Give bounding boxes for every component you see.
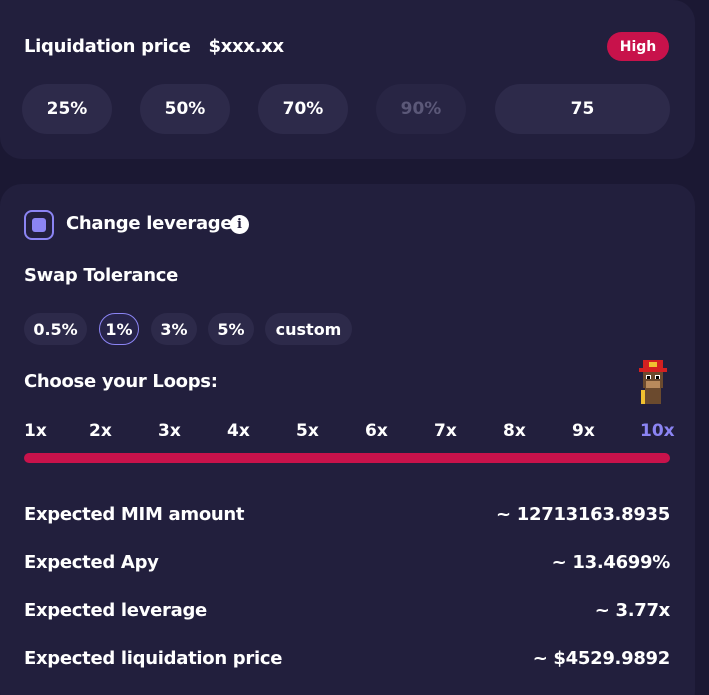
loop-option-6x[interactable]: 6x [365,421,388,441]
percent-button-50[interactable]: 50% [140,84,230,134]
expected-leverage-value: ~ 3.77x [594,600,671,621]
expected-mim-value: ~ 12713163.8935 [496,504,670,525]
expected-mim-label: Expected MIM amount [24,504,245,525]
change-leverage-label: Change leverage [66,213,233,234]
swap-tolerance-title: Swap Tolerance [24,265,179,286]
info-icon[interactable]: i [230,215,249,234]
loop-option-8x[interactable]: 8x [503,421,526,441]
tolerance-option-custom[interactable]: custom [265,313,352,345]
loop-option-4x[interactable]: 4x [227,421,250,441]
loop-option-9x[interactable]: 9x [572,421,595,441]
loop-option-10x[interactable]: 10x [640,421,675,441]
liquidation-price-value: $xxx.xx [208,36,284,57]
tolerance-option-1[interactable]: 1% [99,313,139,345]
loops-title: Choose your Loops: [24,371,218,392]
expected-liquidation-row: Expected liquidation price ~ $4529.9892 [24,648,670,669]
tolerance-option-0-5[interactable]: 0.5% [24,313,87,345]
loop-option-2x[interactable]: 2x [89,421,112,441]
ape-avatar-icon [639,360,667,404]
risk-badge: High [607,32,669,61]
loops-slider[interactable] [24,453,670,463]
expected-mim-row: Expected MIM amount ~ 12713163.8935 [24,504,670,525]
loop-option-7x[interactable]: 7x [434,421,457,441]
expected-leverage-row: Expected leverage ~ 3.77x [24,600,670,621]
expected-leverage-label: Expected leverage [24,600,207,621]
expected-liquidation-label: Expected liquidation price [24,648,283,669]
liquidation-price-row: Liquidation price $xxx.xx [24,36,284,57]
loop-option-5x[interactable]: 5x [296,421,319,441]
tolerance-option-5[interactable]: 5% [208,313,254,345]
liquidation-price-label: Liquidation price [24,36,191,57]
checkbox-checked-mark [32,218,46,232]
custom-percent-input[interactable]: 75 [495,84,670,134]
loop-option-1x[interactable]: 1x [24,421,47,441]
expected-apy-value: ~ 13.4699% [551,552,671,573]
expected-liquidation-value: ~ $4529.9892 [532,648,671,669]
liquidation-panel: Liquidation price $xxx.xx High 25% 50% 7… [0,0,695,159]
change-leverage-checkbox[interactable] [24,210,54,240]
percent-button-25[interactable]: 25% [22,84,112,134]
percent-button-70[interactable]: 70% [258,84,348,134]
loop-option-3x[interactable]: 3x [158,421,181,441]
percent-button-90[interactable]: 90% [376,84,466,134]
expected-apy-row: Expected Apy ~ 13.4699% [24,552,670,573]
expected-apy-label: Expected Apy [24,552,159,573]
tolerance-option-3[interactable]: 3% [151,313,197,345]
